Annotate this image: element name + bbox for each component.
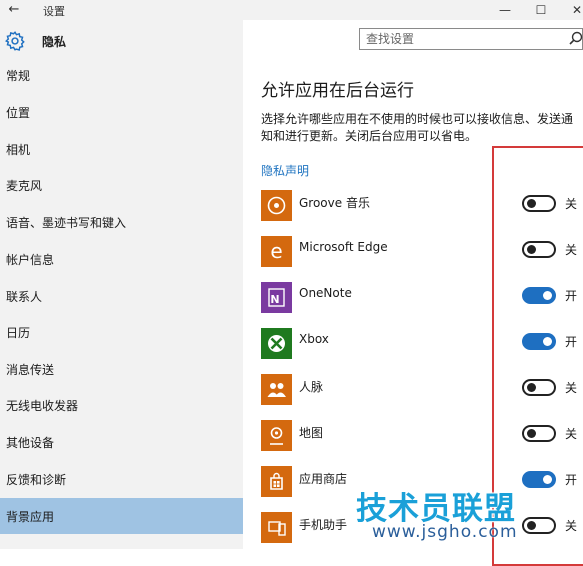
sidebar-item[interactable]: 背景应用 (0, 498, 243, 534)
app-name: OneNote (299, 286, 352, 300)
sidebar-item-label: 其他设备 (6, 436, 55, 450)
app-name: 人脉 (299, 380, 324, 394)
sidebar-item-label: 日历 (6, 326, 31, 340)
sidebar-item-label: 帐户信息 (6, 253, 55, 267)
privacy-statement-link[interactable]: 隐私声明 (261, 162, 309, 179)
minimize-icon[interactable]: — (493, 1, 517, 19)
app-name: 手机助手 (299, 518, 348, 532)
sidebar-item[interactable]: 其他设备 (0, 424, 243, 460)
edge-icon: e (261, 236, 292, 267)
sidebar-item[interactable]: 消息传送 (0, 351, 243, 387)
maximize-icon[interactable]: ☐ (529, 1, 553, 19)
window-title: 设置 (43, 5, 65, 18)
app-name: Microsoft Edge (299, 240, 388, 254)
svg-text:N: N (270, 293, 279, 306)
page-title: 允许应用在后台运行 (261, 81, 414, 101)
app-name: Xbox (299, 332, 329, 346)
phone-companion-icon (261, 512, 292, 543)
sidebar-item-label: 语音、墨迹书写和键入 (6, 216, 127, 230)
sidebar-item[interactable]: 联系人 (0, 278, 243, 314)
search-box[interactable] (359, 28, 583, 50)
sidebar-item[interactable]: 麦克风 (0, 167, 243, 203)
sidebar-item-label: 消息传送 (6, 363, 55, 377)
sidebar-item[interactable]: 相机 (0, 131, 243, 167)
app-name: 应用商店 (299, 472, 348, 486)
close-icon[interactable]: ✕ (565, 1, 583, 19)
title-bar: ← 设置 — ☐ ✕ (0, 0, 583, 20)
sidebar-item-label: 常规 (6, 69, 31, 83)
search-icon[interactable] (568, 30, 583, 48)
gear-icon (5, 31, 25, 51)
back-arrow-icon[interactable]: ← (6, 1, 22, 19)
sidebar-item-label: 背景应用 (6, 510, 55, 524)
sidebar-item-label: 相机 (6, 143, 31, 157)
sidebar-item[interactable]: 位置 (0, 94, 243, 130)
groove-music-icon (261, 190, 292, 221)
store-icon (261, 466, 292, 497)
sidebar-item[interactable]: 语音、墨迹书写和键入 (0, 204, 243, 240)
sidebar-item-label: 无线电收发器 (6, 399, 79, 413)
sidebar-header-label: 隐私 (42, 35, 67, 49)
sidebar-item-label: 联系人 (6, 290, 43, 304)
xbox-icon (261, 328, 292, 359)
sidebar-item[interactable]: 日历 (0, 314, 243, 350)
maps-icon (261, 420, 292, 451)
svg-text:e: e (270, 239, 282, 263)
sidebar-header: 隐私 (0, 26, 243, 56)
sidebar: 隐私 常规位置相机麦克风语音、墨迹书写和键入 帐户信息联系人日历消息传送无线电收发… (0, 20, 243, 549)
sidebar-item-label: 反馈和诊断 (6, 473, 67, 487)
sidebar-item[interactable]: 帐户信息 (0, 241, 243, 277)
app-name: Groove 音乐 (299, 196, 370, 210)
sidebar-item[interactable]: 反馈和诊断 (0, 461, 243, 497)
onenote-icon: N (261, 282, 292, 313)
search-input[interactable] (366, 31, 556, 47)
sidebar-item-label: 麦克风 (6, 179, 43, 193)
sidebar-item[interactable]: 无线电收发器 (0, 387, 243, 423)
sidebar-item[interactable]: 常规 (0, 57, 243, 93)
sidebar-item-label: 位置 (6, 106, 31, 120)
page-description: 选择允许哪些应用在不使用的时候也可以接收信息、发送通知和进行更新。关闭后台应用可… (261, 112, 574, 143)
people-icon (261, 374, 292, 405)
app-name: 地图 (299, 426, 324, 440)
watermark-url: www.jsgho.com (372, 522, 518, 542)
